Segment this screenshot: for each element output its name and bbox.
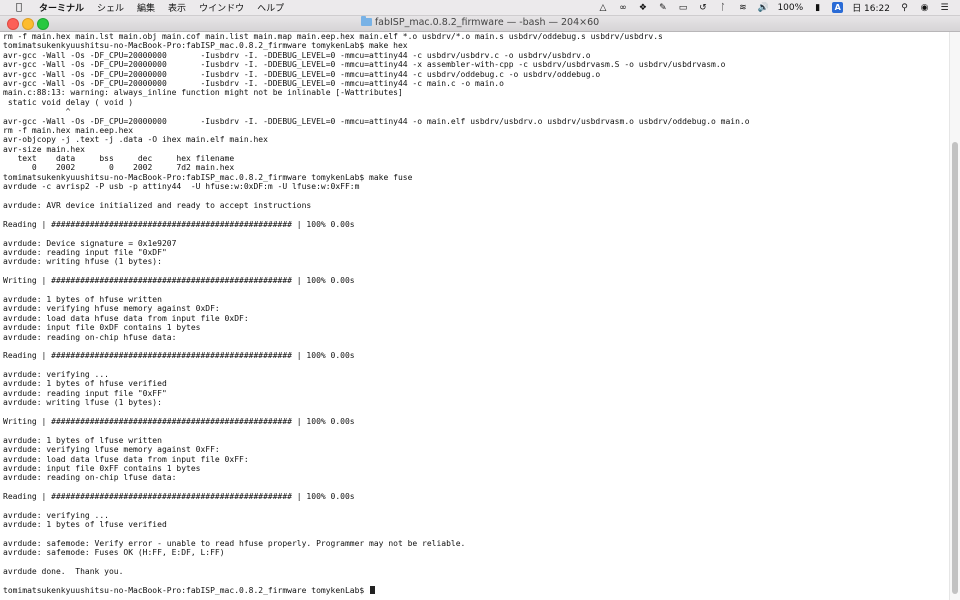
terminal-cursor: [370, 586, 376, 595]
terminal-line: avrdude: verifying ...: [3, 510, 109, 520]
terminal-line: avrdude: writing lfuse (1 bytes):: [3, 398, 162, 408]
terminal-line: avrdude: reading on-chip hfuse data:: [3, 332, 177, 342]
evernote-icon[interactable]: ✎: [657, 3, 668, 13]
terminal-line: avrdude: safemode: Fuses OK (H:FF, E:DF,…: [3, 548, 225, 558]
terminal-line: tomimatsukenkyuushitsu-no-MacBook-Pro:fa…: [3, 172, 413, 182]
window-title-bar[interactable]: fabISP_mac.0.8.2_firmware — -bash — 204×…: [0, 16, 960, 32]
folder-icon: [360, 16, 372, 26]
terminal-line: avrdude: input file 0xFF contains 1 byte…: [3, 463, 201, 473]
terminal-line: Reading | ##############################…: [3, 492, 355, 502]
scrollbar-thumb[interactable]: [952, 142, 958, 594]
terminal-line: avrdude: verifying hfuse memory against …: [3, 304, 220, 314]
menu-help[interactable]: ヘルプ: [257, 1, 284, 14]
terminal-line: avrdude: 1 bytes of lfuse written: [3, 435, 162, 445]
apple-icon[interactable]: : [12, 2, 26, 13]
terminal-line: avrdude: load data lfuse data from input…: [3, 454, 249, 464]
terminal-line: avrdude: load data hfuse data from input…: [3, 313, 249, 323]
terminal-output[interactable]: rm -f main.hex main.lst main.obj main.co…: [0, 32, 950, 600]
volume-icon[interactable]: 🔊: [757, 3, 768, 13]
menu-view[interactable]: 表示: [168, 1, 186, 14]
terminal-line: tomimatsukenkyuushitsu-no-MacBook-Pro:fa…: [3, 586, 950, 595]
terminal-line: Writing | ##############################…: [3, 276, 355, 286]
terminal-line: avr-gcc -Wall -Os -DF_CPU=20000000 -Iusb…: [3, 116, 750, 126]
terminal-line: tomimatsukenkyuushitsu-no-MacBook-Pro:fa…: [3, 41, 408, 51]
menu-edit[interactable]: 編集: [137, 1, 155, 14]
terminal-line: Reading | ##############################…: [3, 219, 355, 229]
window-title-text: fabISP_mac.0.8.2_firmware — -bash — 204×…: [374, 17, 600, 28]
bluetooth-icon[interactable]: ᛚ: [717, 3, 728, 13]
terminal-line: Writing | ##############################…: [3, 417, 355, 427]
terminal-line: avr-gcc -Wall -Os -DF_CPU=20000000 -Iusb…: [3, 50, 591, 60]
time-machine-icon[interactable]: ↺: [697, 3, 708, 13]
terminal-line: avr-objcopy -j .text -j .data -O ihex ma…: [3, 135, 268, 145]
battery-icon[interactable]: ▮: [812, 3, 823, 13]
terminal-line: avrdude -c avrisp2 -P usb -p attiny44 -U…: [3, 182, 360, 192]
terminal-line: avrdude: reading input file "0xDF": [3, 247, 167, 257]
terminal-line: avrdude: reading on-chip lfuse data:: [3, 473, 177, 483]
menu-shell[interactable]: シェル: [97, 1, 124, 14]
battery-percent[interactable]: 100%: [777, 3, 803, 13]
terminal-line: avrdude: writing hfuse (1 bytes):: [3, 257, 162, 267]
terminal-line: text data bss dec hex filename: [3, 154, 235, 164]
terminal-line: avrdude: input file 0xDF contains 1 byte…: [3, 323, 201, 333]
terminal-line: avr-gcc -Wall -Os -DF_CPU=20000000 -Iusb…: [3, 60, 726, 70]
terminal-line: rm -f main.hex main.lst main.obj main.co…: [3, 32, 663, 41]
terminal-line: avr-gcc -Wall -Os -DF_CPU=20000000 -Iusb…: [3, 69, 601, 79]
menubar-clock[interactable]: 日 16:22: [852, 1, 890, 14]
terminal-line: 0 2002 0 2002 7d2 main.hex: [3, 163, 235, 173]
terminal-line: Reading | ##############################…: [3, 351, 355, 361]
terminal-text: rm -f main.hex main.lst main.obj main.co…: [0, 32, 950, 595]
spotlight-icon[interactable]: ⚲: [899, 3, 910, 13]
status-area: △ ∞ ❖ ✎ ▭ ↺ ᛚ ≋ 🔊 100% ▮ A 日 16:22 ⚲ ◉ ☰: [597, 1, 960, 14]
terminal-line: avrdude: reading input file "0xFF": [3, 388, 167, 398]
terminal-scrollbar[interactable]: [949, 32, 960, 600]
dropbox-icon[interactable]: ❖: [637, 3, 648, 13]
wifi-icon[interactable]: ≋: [737, 3, 748, 13]
display-icon[interactable]: ▭: [677, 3, 688, 13]
input-source-badge[interactable]: A: [832, 2, 844, 13]
terminal-line: avrdude done. Thank you.: [3, 567, 124, 577]
terminal-line: avrdude: 1 bytes of hfuse verified: [3, 379, 167, 389]
terminal-line: avrdude: safemode: Verify error - unable…: [3, 539, 466, 549]
menu-app-name[interactable]: ターミナル: [39, 1, 84, 14]
terminal-line: avrdude: AVR device initialized and read…: [3, 201, 312, 211]
terminal-line: avrdude: verifying lfuse memory against …: [3, 445, 220, 455]
menu-bar:  ターミナル シェル 編集 表示 ウインドウ ヘルプ △ ∞ ❖ ✎ ▭ ↺ …: [0, 0, 960, 16]
terminal-line: rm -f main.hex main.eep.hex: [3, 125, 134, 135]
terminal-line: static void delay ( void ): [3, 97, 134, 107]
notification-center-icon[interactable]: ☰: [939, 3, 950, 13]
terminal-line: avrdude: 1 bytes of hfuse written: [3, 294, 162, 304]
terminal-line: avrdude: Device signature = 0x1e9207: [3, 238, 177, 248]
terminal-line: main.c:88:13: warning: always_inline fun…: [3, 88, 403, 98]
siri-icon[interactable]: ◉: [919, 3, 930, 13]
terminal-line: avrdude: 1 bytes of lfuse verified: [3, 520, 167, 530]
terminal-line: ^: [3, 107, 71, 117]
creative-cloud-icon[interactable]: ∞: [617, 3, 628, 13]
menu-window[interactable]: ウインドウ: [199, 1, 244, 14]
window-title: fabISP_mac.0.8.2_firmware — -bash — 204×…: [0, 16, 960, 28]
terminal-line: avrdude: verifying ...: [3, 370, 109, 380]
terminal-line: avr-gcc -Wall -Os -DF_CPU=20000000 -Iusb…: [3, 78, 504, 88]
google-drive-icon[interactable]: △: [597, 3, 608, 13]
terminal-line: avr-size main.hex: [3, 144, 85, 154]
